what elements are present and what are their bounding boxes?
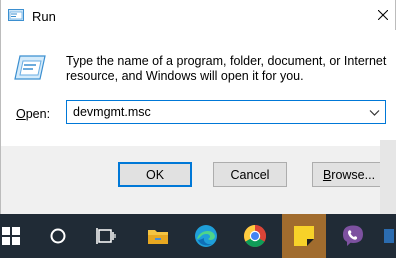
ok-button[interactable]: OK: [118, 162, 192, 187]
browse-button-accelerator: B: [322, 167, 332, 182]
search-button[interactable]: [40, 214, 76, 258]
file-explorer-icon: [148, 230, 168, 244]
chrome-icon: [244, 225, 266, 247]
start-icon: [2, 227, 20, 245]
taskbar: [0, 214, 396, 258]
start-button[interactable]: [0, 214, 22, 258]
taskbar-overflow-item[interactable]: [378, 214, 396, 258]
viber-icon: [343, 225, 363, 246]
open-label-accelerator: O: [16, 107, 26, 121]
edge-button[interactable]: [186, 214, 226, 258]
close-icon: [378, 10, 388, 20]
dialog-description: Type the name of a program, folder, docu…: [66, 54, 387, 83]
chrome-button[interactable]: [235, 214, 275, 258]
task-view-button[interactable]: [88, 214, 124, 258]
sticky-notes-icon: [294, 226, 314, 246]
sticky-notes-button[interactable]: [282, 214, 326, 258]
chevron-down-icon[interactable]: [369, 107, 380, 118]
button-area: OK Cancel Browse...: [1, 146, 396, 214]
file-explorer-button[interactable]: [138, 214, 178, 258]
run-icon: [14, 54, 46, 82]
app-icon: [384, 229, 394, 243]
title-bar[interactable]: Run: [1, 0, 396, 30]
dialog-content: Type the name of a program, folder, docu…: [1, 30, 396, 146]
task-view-icon: [96, 228, 116, 244]
close-button[interactable]: [369, 0, 396, 30]
browse-button-text: rowse...: [331, 167, 376, 182]
run-dialog: Run Type the name of a program, folder, …: [0, 0, 396, 214]
dialog-title: Run: [32, 9, 56, 24]
edge-icon: [195, 225, 217, 247]
viber-button[interactable]: [333, 214, 373, 258]
open-combobox[interactable]: devmgmt.msc: [66, 100, 386, 124]
run-icon: [8, 9, 24, 21]
search-icon: [50, 228, 66, 244]
open-label-text: pen:: [25, 107, 51, 121]
browse-button[interactable]: Browse...: [312, 162, 386, 187]
open-label: Open:: [16, 107, 50, 121]
cancel-button[interactable]: Cancel: [213, 162, 287, 187]
background-window-edge: [380, 140, 396, 214]
open-input[interactable]: devmgmt.msc: [73, 105, 151, 120]
